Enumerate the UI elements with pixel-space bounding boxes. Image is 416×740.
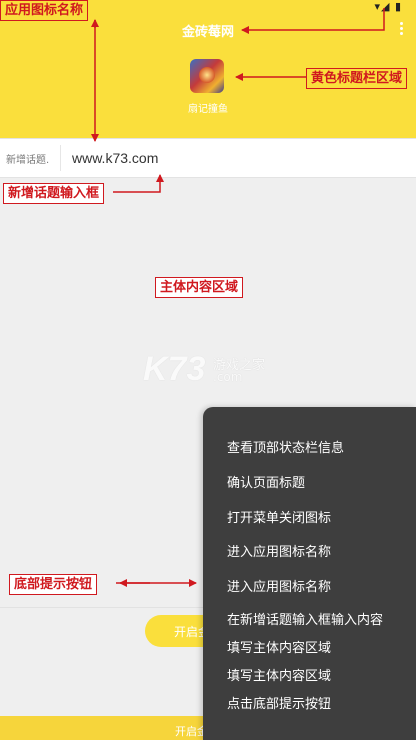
annotation-arrows (91, 8, 385, 587)
